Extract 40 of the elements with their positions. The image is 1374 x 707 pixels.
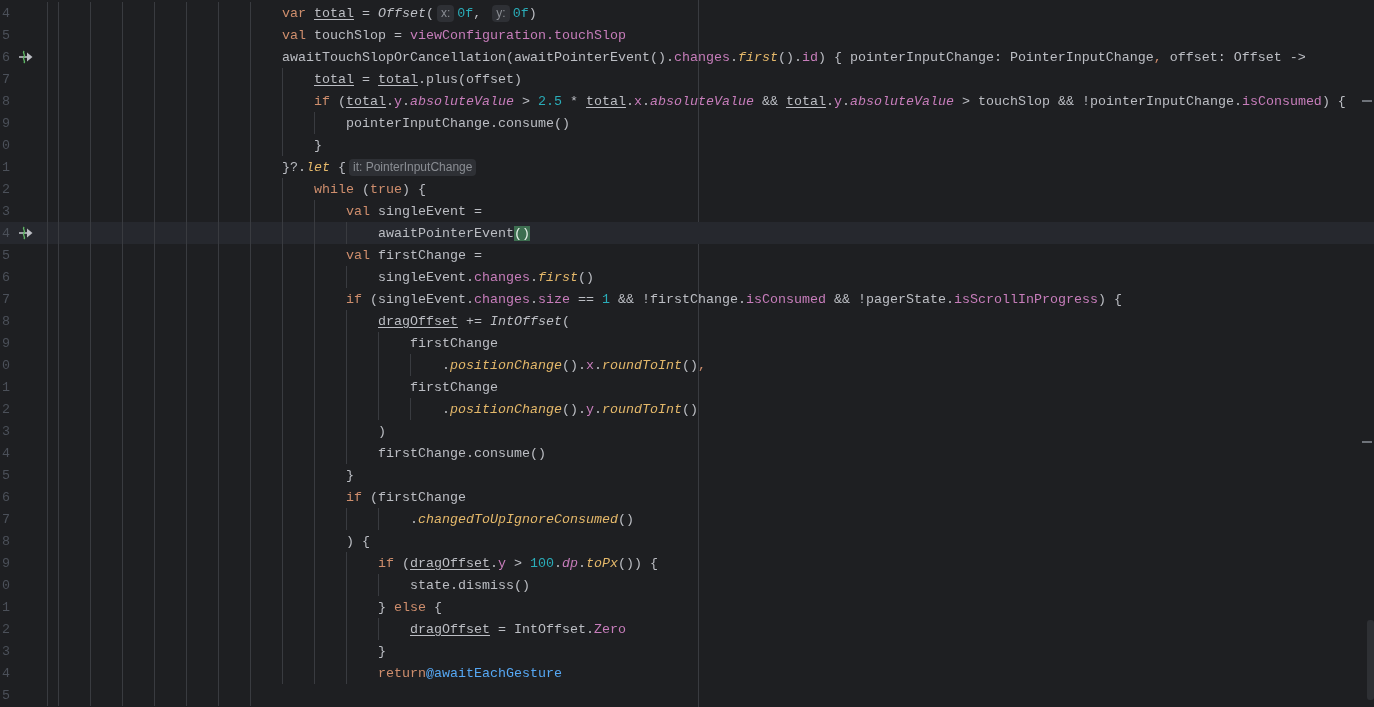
code-text: if (firstChange [346, 489, 466, 505]
code-text: firstChange [410, 335, 498, 351]
code-text: firstChange.consume() [378, 445, 546, 461]
code-text: state.dismiss() [410, 577, 530, 593]
code-text: val firstChange = [346, 247, 482, 263]
code-text: val singleEvent = [346, 203, 482, 219]
parameter-hint: x: [437, 4, 455, 22]
code-text: return@awaitEachGesture [378, 665, 562, 681]
code-text: firstChange [410, 379, 498, 395]
code-text: if (dragOffset.y > 100.dp.toPx()) { [378, 555, 658, 571]
code-text: pointerInputChange.consume() [346, 115, 570, 131]
code-text: total = total.plus(offset) [314, 71, 522, 87]
arrow-icon[interactable] [18, 50, 34, 64]
scroll-mark [1362, 100, 1372, 102]
parameter-hint: it: PointerInputChange [349, 158, 477, 176]
arrow-icon[interactable] [18, 226, 34, 240]
parameter-hint: y: [492, 4, 510, 22]
code-text: while (true) { [314, 181, 426, 197]
code-text: awaitPointerEvent() [378, 225, 530, 241]
scroll-mark [1362, 441, 1372, 443]
code-text: if (total.y.absoluteValue > 2.5 * total.x.absoluteValue && total.y.absoluteValue > touchSlop && !pointerInputChange.isConsumed) { [314, 93, 1346, 109]
code-text: 0f) [512, 5, 537, 21]
code-text: } else { [378, 599, 442, 615]
code-text: dragOffset = IntOffset.Zero [410, 621, 626, 637]
code-text: singleEvent.changes.first() [378, 269, 594, 285]
code-text: } [378, 643, 386, 659]
code-text: .positionChange().x.roundToInt(), [442, 357, 706, 373]
code-text: awaitTouchSlopOrCancellation(awaitPointerEvent().changes.first().id) { pointerInputChange: PointerInputChange, offset: Offset -> [282, 49, 1306, 65]
code-text: 0f, [457, 5, 483, 21]
code-text: ) { [346, 533, 370, 549]
code-text: if (singleEvent.changes.size == 1 && !firstChange.isConsumed && !pagerState.isScrollInProgress) { [346, 291, 1122, 307]
code-text: dragOffset += IntOffset( [378, 313, 570, 329]
code-text: .changedToUpIgnoreConsumed() [410, 511, 634, 527]
code-text: } [346, 467, 354, 483]
code-text: }?.let { [282, 159, 346, 175]
code-text: } [314, 137, 322, 153]
code-text: ) [378, 423, 386, 439]
code-text: val touchSlop = viewConfiguration.touchSlop [282, 27, 626, 43]
code-text: .positionChange().y.roundToInt() [442, 401, 698, 417]
code-text: var total = Offset( [282, 5, 434, 21]
